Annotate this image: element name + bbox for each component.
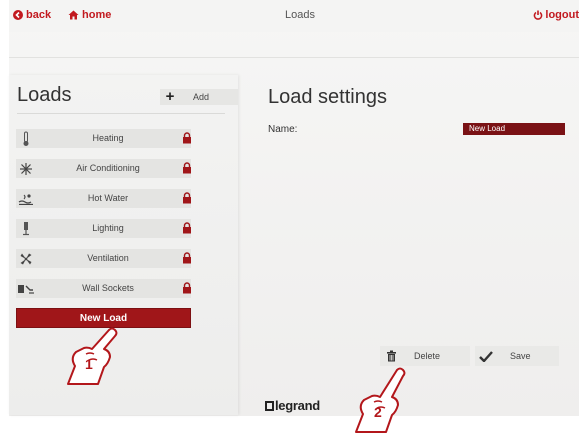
load-item-lighting[interactable]: Lighting <box>16 219 191 238</box>
lock-icon <box>182 162 192 176</box>
load-item-label: Heating <box>92 133 124 143</box>
load-item-label: Air Conditioning <box>76 163 140 173</box>
thermometer-icon <box>16 129 36 148</box>
home-icon <box>68 10 79 20</box>
back-label: back <box>26 9 52 21</box>
load-item-wall-sockets[interactable]: Wall Sockets <box>16 279 191 298</box>
lock-icon <box>182 132 192 146</box>
logout-label: logout <box>545 9 579 21</box>
home-label: home <box>82 9 112 21</box>
delete-label: Delete <box>414 351 441 361</box>
hand-pointer-icon <box>67 327 118 385</box>
top-bar: back home Loads logout <box>9 0 579 32</box>
load-item-label: Lighting <box>92 223 124 233</box>
add-button[interactable]: + Add <box>160 89 238 105</box>
legrand-logo-square <box>265 400 274 411</box>
lock-icon <box>182 222 192 236</box>
logout-button[interactable]: logout <box>533 9 579 21</box>
load-item-label: Ventilation <box>87 253 129 263</box>
header-divider <box>9 57 579 58</box>
hot-water-icon <box>16 189 36 208</box>
lock-icon <box>182 252 192 266</box>
lock-icon <box>182 282 192 296</box>
lamp-icon <box>16 219 36 238</box>
load-item-air-conditioning[interactable]: Air Conditioning <box>16 159 191 178</box>
callout-number: 1 <box>85 356 93 372</box>
name-field[interactable]: New Load <box>463 123 565 135</box>
loads-divider <box>17 113 225 114</box>
hand-pointer-icon <box>355 367 406 433</box>
brand-text: legrand <box>275 398 320 413</box>
power-icon <box>534 10 543 20</box>
save-label: Save <box>510 351 531 361</box>
load-item-label: Hot Water <box>87 193 129 203</box>
page-title: Loads <box>285 9 315 21</box>
loads-title: Loads <box>17 84 72 106</box>
back-arrow-icon <box>13 10 23 20</box>
load-item-label: Wall Sockets <box>82 283 134 293</box>
add-label: Add <box>193 92 210 102</box>
snowflake-icon <box>16 159 36 178</box>
load-item-ventilation[interactable]: Ventilation <box>16 249 191 268</box>
home-button[interactable]: home <box>68 9 111 21</box>
load-item-heating[interactable]: Heating <box>16 129 191 148</box>
name-field-label: Name: <box>268 124 298 135</box>
load-item-hot-water[interactable]: Hot Water <box>16 189 191 208</box>
checkmark-icon <box>475 350 497 362</box>
lock-icon <box>182 192 192 206</box>
callout-pointer-2: 2 <box>352 362 414 434</box>
legrand-logo: legrand <box>265 398 320 413</box>
trash-icon <box>380 350 402 362</box>
socket-plug-icon <box>16 279 36 298</box>
load-settings-title: Load settings <box>268 86 387 108</box>
plus-icon: + <box>165 88 175 105</box>
callout-number: 2 <box>374 404 382 420</box>
save-button[interactable]: Save <box>475 346 559 366</box>
back-button[interactable]: back <box>13 9 51 21</box>
callout-pointer-1: 1 <box>64 318 126 390</box>
fan-icon <box>16 249 36 268</box>
